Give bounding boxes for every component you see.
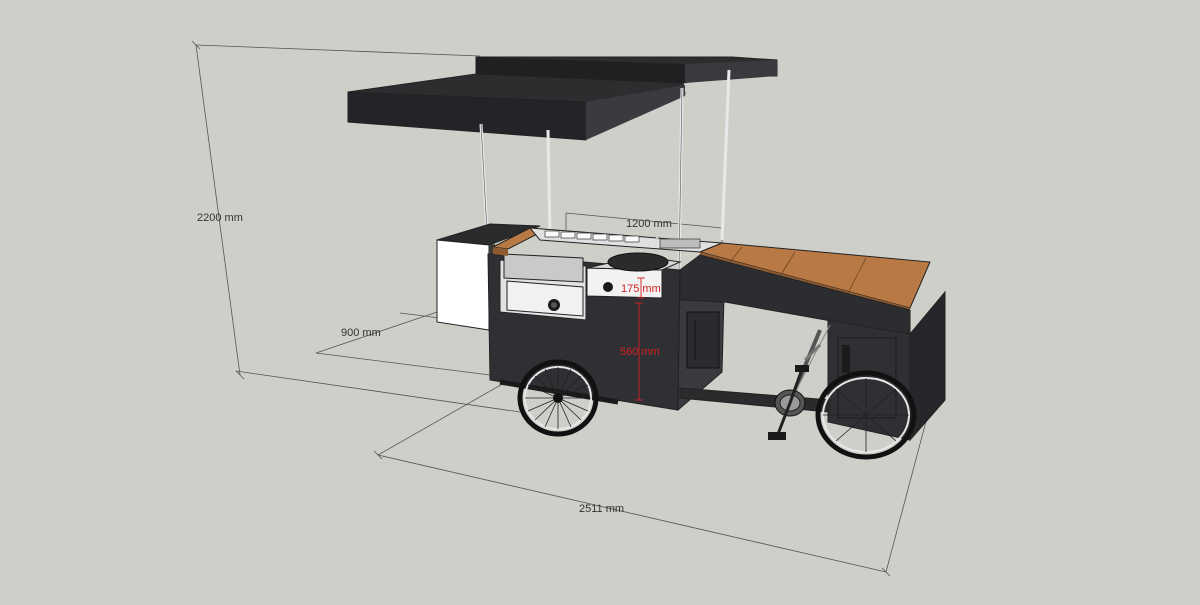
counter-height-label: 560 mm [620,346,660,358]
counter-width-label: 1200 mm [626,218,672,230]
height-dimension-label: 2200 mm [197,212,243,224]
model-viewport[interactable]: 2200 mm 900 mm 2511 mm 175 mm 560 mm 120… [0,0,1200,605]
front-wheel [517,359,599,437]
depth-dimension-label: 900 mm [341,327,381,339]
canopy [347,56,778,141]
rear-wheel [815,370,917,460]
food-cart-drawing: 2200 mm 900 mm 2511 mm 175 mm 560 mm 120… [191,40,946,577]
length-dimension-label: 2511 mm [579,503,624,515]
griddle-height-label: 175 mm [621,283,661,295]
